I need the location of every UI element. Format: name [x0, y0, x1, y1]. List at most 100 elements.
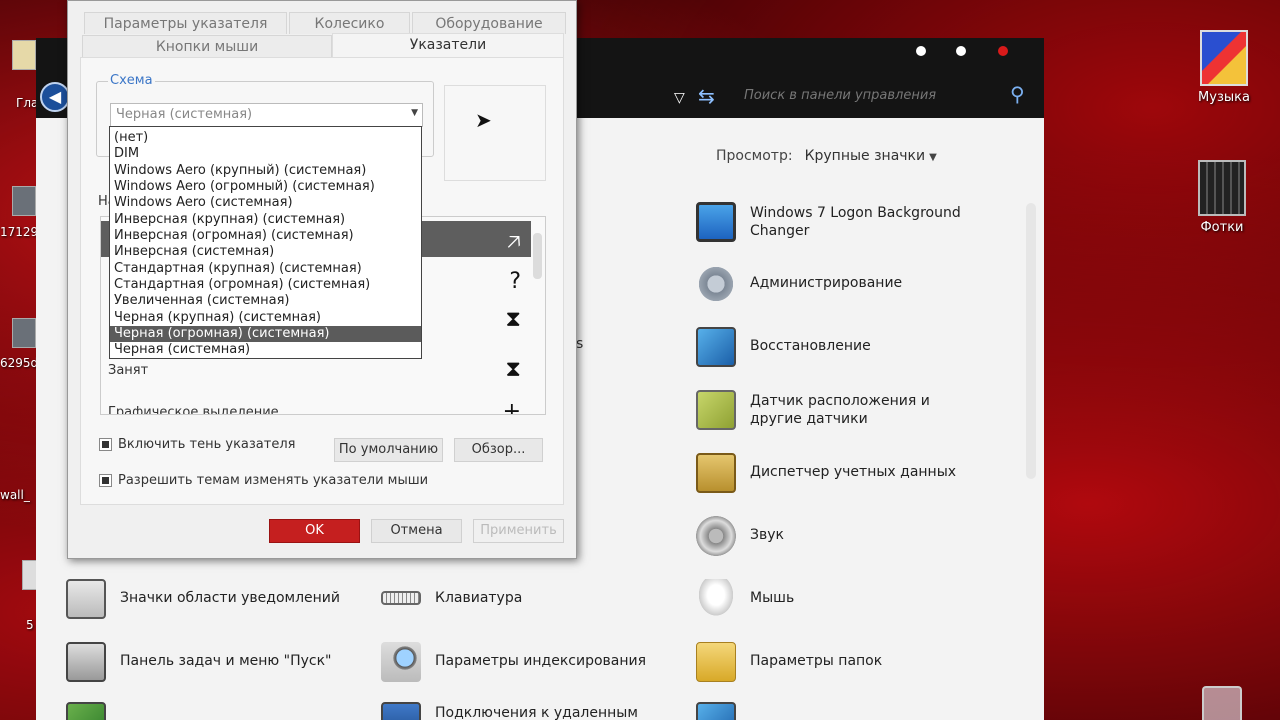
gear-icon	[696, 264, 736, 304]
chevron-down-icon: ▼	[411, 108, 418, 118]
cursor-crosshair-icon: +	[502, 399, 521, 415]
cursor-busy-icon: ⧗	[505, 357, 521, 382]
cp-item-folder-options[interactable]: Параметры папок	[696, 642, 882, 682]
cp-item-logon-changer[interactable]: Windows 7 Logon Background Changer	[696, 202, 976, 242]
cp-item-label: Подключения к удаленным	[435, 705, 638, 720]
scheme-select-value: Черная (системная)	[116, 107, 253, 122]
themes-label: Разрешить темам изменять указатели мыши	[118, 473, 429, 488]
cp-item-notification-icons[interactable]: Значки области уведомлений	[66, 579, 340, 619]
cursor-help-icon: ?	[509, 269, 521, 294]
cp-item-label: Диспетчер учетных данных	[750, 464, 957, 480]
cursor-working-icon: ⧗	[505, 307, 521, 332]
cp-item-label: Администрирование	[750, 275, 903, 291]
dropdown-option[interactable]: DIM	[110, 146, 421, 162]
cp-item-recovery[interactable]: Восстановление	[696, 327, 871, 367]
view-selector[interactable]: Просмотр: Крупные значки ▼	[716, 148, 937, 164]
apply-button[interactable]: Применить	[473, 519, 564, 543]
scrollbar[interactable]	[1026, 203, 1036, 479]
desktop-icon-left-1[interactable]	[12, 40, 36, 70]
cp-item-label: Панель задач и меню "Пуск"	[120, 653, 332, 669]
partial-icon	[66, 702, 106, 720]
sensor-icon	[696, 390, 736, 430]
scheme-dropdown-list[interactable]: (нет) DIM Windows Aero (крупный) (систем…	[109, 126, 422, 359]
cp-item-sensors[interactable]: Датчик расположения и другие датчики	[696, 390, 976, 430]
cp-item-keyboard[interactable]: Клавиатура	[381, 579, 522, 607]
close-button[interactable]	[998, 46, 1008, 56]
dropdown-option[interactable]: Стандартная (крупная) (системная)	[110, 261, 421, 277]
tab-buttons[interactable]: Кнопки мыши	[82, 35, 332, 57]
remote-icon	[381, 702, 421, 720]
dropdown-option[interactable]: Увеличенная (системная)	[110, 293, 421, 309]
keyboard-icon	[381, 591, 421, 605]
photos-icon	[1198, 160, 1246, 216]
dropdown-option[interactable]: Инверсная (крупная) (системная)	[110, 212, 421, 228]
dropdown-option[interactable]: Черная (крупная) (системная)	[110, 310, 421, 326]
taskbar-icon	[66, 642, 106, 682]
cp-item-partial-right[interactable]	[696, 702, 750, 720]
cp-item-indexing[interactable]: Параметры индексирования	[381, 642, 646, 682]
desktop-label-left-1: Гла	[16, 96, 39, 110]
desktop-icon-photos-label: Фотки	[1200, 220, 1244, 235]
folder-icon	[696, 642, 736, 682]
themes-checkbox-row[interactable]: Разрешить темам изменять указатели мыши	[99, 473, 428, 488]
desktop-label-left-5: 5	[26, 618, 34, 632]
tab-pointer-options[interactable]: Параметры указателя	[84, 12, 287, 34]
view-label: Просмотр:	[716, 148, 793, 164]
desktop-icon-photos[interactable]: Фотки	[1182, 160, 1262, 235]
monitor-icon	[696, 202, 736, 242]
search-icon[interactable]: ⚲	[1010, 82, 1025, 106]
recycle-bin-icon[interactable]	[1202, 686, 1242, 720]
cursor-row-precision[interactable]: Графическое выделение +	[101, 395, 531, 415]
tab-hardware[interactable]: Оборудование	[412, 12, 566, 34]
cp-item-remote[interactable]: Подключения к удаленным	[381, 702, 638, 720]
refresh-icon[interactable]: ⇆	[698, 84, 715, 108]
scheme-select[interactable]: Черная (системная) ▼	[110, 103, 423, 127]
tab-pointers[interactable]: Указатели	[332, 33, 564, 58]
dropdown-option[interactable]: Windows Aero (системная)	[110, 195, 421, 211]
cancel-button[interactable]: Отмена	[371, 519, 462, 543]
cp-item-credential-manager[interactable]: Диспетчер учетных данных	[696, 453, 956, 493]
desktop-icon-left-3[interactable]	[12, 318, 36, 348]
partial-text: s	[576, 336, 584, 352]
default-button[interactable]: По умолчанию	[334, 438, 443, 462]
cp-item-mouse[interactable]: Мышь	[696, 579, 794, 619]
dropdown-option[interactable]: (нет)	[110, 130, 421, 146]
dropdown-option[interactable]: Стандартная (огромная) (системная)	[110, 277, 421, 293]
shadow-checkbox-row[interactable]: Включить тень указателя	[99, 437, 295, 452]
search-input[interactable]: Поиск в панели управления	[736, 82, 1034, 110]
maximize-button[interactable]	[956, 46, 966, 56]
desktop-icon-left-2[interactable]	[12, 186, 36, 216]
minimize-button[interactable]	[916, 46, 926, 56]
back-arrow-icon[interactable]: ◀	[40, 82, 70, 112]
cp-item-sound[interactable]: Звук	[696, 516, 784, 556]
ok-button[interactable]: OK	[269, 519, 360, 543]
cp-item-partial-left[interactable]	[66, 702, 120, 720]
history-dropdown-icon[interactable]: ▽	[674, 90, 685, 106]
desktop-label-left-4: wall_	[0, 488, 30, 502]
cp-item-taskbar[interactable]: Панель задач и меню "Пуск"	[66, 642, 331, 682]
cp-item-label: Звук	[750, 527, 784, 543]
indexing-icon	[381, 642, 421, 682]
dropdown-option[interactable]: Windows Aero (крупный) (системная)	[110, 163, 421, 179]
cp-item-administration[interactable]: Администрирование	[696, 264, 902, 304]
dropdown-option[interactable]: Черная (системная)	[110, 342, 421, 358]
partial-icon	[696, 702, 736, 720]
view-value[interactable]: Крупные значки	[805, 148, 926, 164]
chevron-down-icon[interactable]: ▼	[929, 152, 937, 163]
dropdown-option-selected[interactable]: Черная (огромная) (системная)	[110, 326, 421, 342]
cp-item-label: Параметры индексирования	[435, 653, 647, 669]
notification-icon	[66, 579, 106, 619]
mouse-pointer-icon: ➤	[475, 108, 492, 132]
restore-icon	[696, 327, 736, 367]
desktop-icon-music[interactable]: Музыка	[1184, 30, 1264, 105]
dropdown-option[interactable]: Windows Aero (огромный) (системная)	[110, 179, 421, 195]
shadow-label: Включить тень указателя	[118, 437, 296, 452]
themes-checkbox[interactable]	[99, 474, 112, 487]
dropdown-option[interactable]: Инверсная (огромная) (системная)	[110, 228, 421, 244]
browse-button[interactable]: Обзор...	[454, 438, 543, 462]
shadow-checkbox[interactable]	[99, 438, 112, 451]
tab-wheel[interactable]: Колесико	[289, 12, 410, 34]
cp-item-label: Клавиатура	[435, 590, 523, 606]
cursor-list-scrollbar[interactable]	[533, 233, 542, 279]
dropdown-option[interactable]: Инверсная (системная)	[110, 244, 421, 260]
